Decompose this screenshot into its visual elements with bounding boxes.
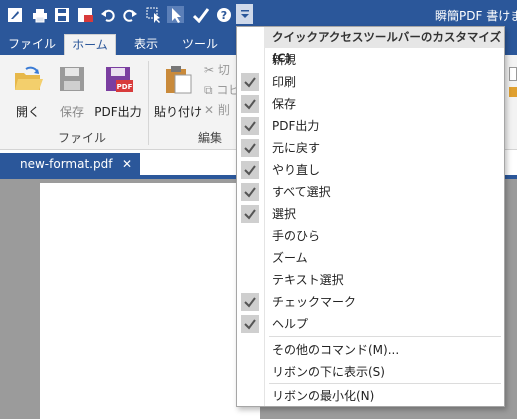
open-label: 開く xyxy=(15,105,40,119)
copy-button[interactable]: ⧉ コピ xyxy=(204,81,240,99)
check-icon xyxy=(241,95,259,113)
menu-item-more-commands[interactable]: その他のコマンド(M)... xyxy=(237,339,504,361)
menu-item-label: テキスト選択 xyxy=(272,273,344,287)
clipboard-icon xyxy=(161,63,193,95)
check-icon xyxy=(241,315,259,333)
save-label: 保存 xyxy=(59,105,84,119)
app-title: 瞬簡PDF 書けま xyxy=(435,9,517,23)
save-icon[interactable] xyxy=(53,6,70,23)
group-label-file: ファイル xyxy=(58,131,107,145)
menu-separator xyxy=(269,336,501,337)
menu-item[interactable]: やり直し xyxy=(237,159,504,181)
pdf-output-button[interactable]: PDF PDF出力 xyxy=(94,59,142,121)
document-tab[interactable]: new-format.pdf ✕ xyxy=(0,153,140,175)
menu-item-label: 選択 xyxy=(272,207,297,221)
help-icon[interactable]: ? xyxy=(215,6,232,23)
menu-item[interactable]: すべて選択 xyxy=(237,181,504,203)
save-ribbon-button[interactable]: 保存 xyxy=(54,59,90,121)
group-label-edit: 編集 xyxy=(198,131,223,145)
delete-label: 削 xyxy=(217,103,230,117)
svg-text:PDF: PDF xyxy=(117,83,133,91)
menu-item-label: すべて選択 xyxy=(272,185,331,199)
menu-item[interactable]: 元に戻す xyxy=(237,137,504,159)
check-icon xyxy=(241,205,259,223)
pdf-icon[interactable] xyxy=(76,6,93,23)
select-all-icon[interactable] xyxy=(145,6,162,23)
tab-home[interactable]: ホーム xyxy=(64,34,116,55)
group-separator xyxy=(148,61,149,145)
menu-item-label: チェックマーク xyxy=(272,295,357,309)
close-icon[interactable]: ✕ xyxy=(122,153,132,175)
checkmark-icon[interactable] xyxy=(192,6,209,23)
menu-item[interactable]: テキスト選択 xyxy=(237,269,504,291)
delete-button[interactable]: ✕ 削 xyxy=(204,101,230,119)
menu-item[interactable]: PDF出力 xyxy=(237,115,504,137)
open-button[interactable]: 開く xyxy=(8,59,48,121)
menu-item-label: 新規 xyxy=(272,53,297,67)
tab-file[interactable]: ファイル xyxy=(4,34,60,55)
undo-icon[interactable] xyxy=(99,6,116,23)
menu-item-label: 印刷 xyxy=(272,75,297,89)
menu-item-minimize-ribbon[interactable]: リボンの最小化(N) xyxy=(237,385,504,407)
qat-customize-menu: クイックアクセスツールバーのカスタマイズ(C) 新規印刷保存 PDF出力元に戻すや… xyxy=(236,26,505,407)
delete-x-icon: ✕ xyxy=(204,103,215,117)
menu-item[interactable]: 印刷 xyxy=(237,71,504,93)
menu-item-label: 保存 xyxy=(272,97,297,111)
print-icon[interactable] xyxy=(31,6,48,23)
menu-item-label: リボンの最小化(N) xyxy=(272,389,375,403)
dropdown-icon[interactable] xyxy=(236,4,253,24)
menu-item[interactable]: 手のひら xyxy=(237,225,504,247)
check-icon xyxy=(241,293,259,311)
menu-item-show-below-ribbon[interactable]: リボンの下に表示(S) xyxy=(237,361,504,383)
tab-view[interactable]: 表示 xyxy=(124,34,168,55)
pdf-output-label: PDF出力 xyxy=(94,105,142,119)
folder-open-icon xyxy=(12,63,44,95)
document-tab-name: new-format.pdf xyxy=(20,157,113,171)
menu-item-label: その他のコマンド(M)... xyxy=(272,343,400,357)
menu-header: クイックアクセスツールバーのカスタマイズ(C) xyxy=(264,27,504,65)
copy-icon: ⧉ xyxy=(204,83,213,97)
svg-text:?: ? xyxy=(220,9,226,22)
check-icon xyxy=(241,139,259,157)
menu-item-label: やり直し xyxy=(272,163,321,177)
menu-item-label: 手のひら xyxy=(272,229,321,243)
menu-item[interactable]: ズーム xyxy=(237,247,504,269)
app-logo-icon[interactable] xyxy=(6,6,23,23)
pointer-icon[interactable] xyxy=(167,6,184,23)
pdf-page[interactable] xyxy=(40,183,260,419)
menu-item[interactable]: 新規 xyxy=(237,49,504,71)
menu-item-label: ヘルプ xyxy=(272,317,309,331)
menu-item[interactable]: チェックマーク xyxy=(237,291,504,313)
redo-icon[interactable] xyxy=(121,6,138,23)
pdf-output-icon: PDF xyxy=(102,63,134,95)
save-disk-icon xyxy=(56,63,88,95)
ribbon-edge-icon xyxy=(509,87,517,97)
menu-item-label: PDF出力 xyxy=(272,119,320,133)
cut-button[interactable]: ✂ 切 xyxy=(204,61,230,79)
menu-item[interactable]: 選択 xyxy=(237,203,504,225)
menu-item-label: 元に戻す xyxy=(272,141,321,155)
paste-button[interactable]: 貼り付け xyxy=(154,59,203,121)
tab-tools[interactable]: ツール xyxy=(176,34,224,55)
paste-label: 貼り付け xyxy=(154,105,203,119)
check-icon xyxy=(241,117,259,135)
scissors-icon: ✂ xyxy=(204,63,215,77)
menu-item-label: ズーム xyxy=(272,251,308,265)
menu-separator xyxy=(269,383,501,384)
menu-item-label: リボンの下に表示(S) xyxy=(272,365,385,379)
menu-item[interactable]: ヘルプ xyxy=(237,313,504,335)
cut-label: 切 xyxy=(217,63,230,77)
menu-item[interactable]: 保存 xyxy=(237,93,504,115)
check-icon xyxy=(241,73,259,91)
check-icon xyxy=(241,161,259,179)
check-icon xyxy=(241,183,259,201)
ribbon-edge-checkbox[interactable] xyxy=(509,67,517,81)
